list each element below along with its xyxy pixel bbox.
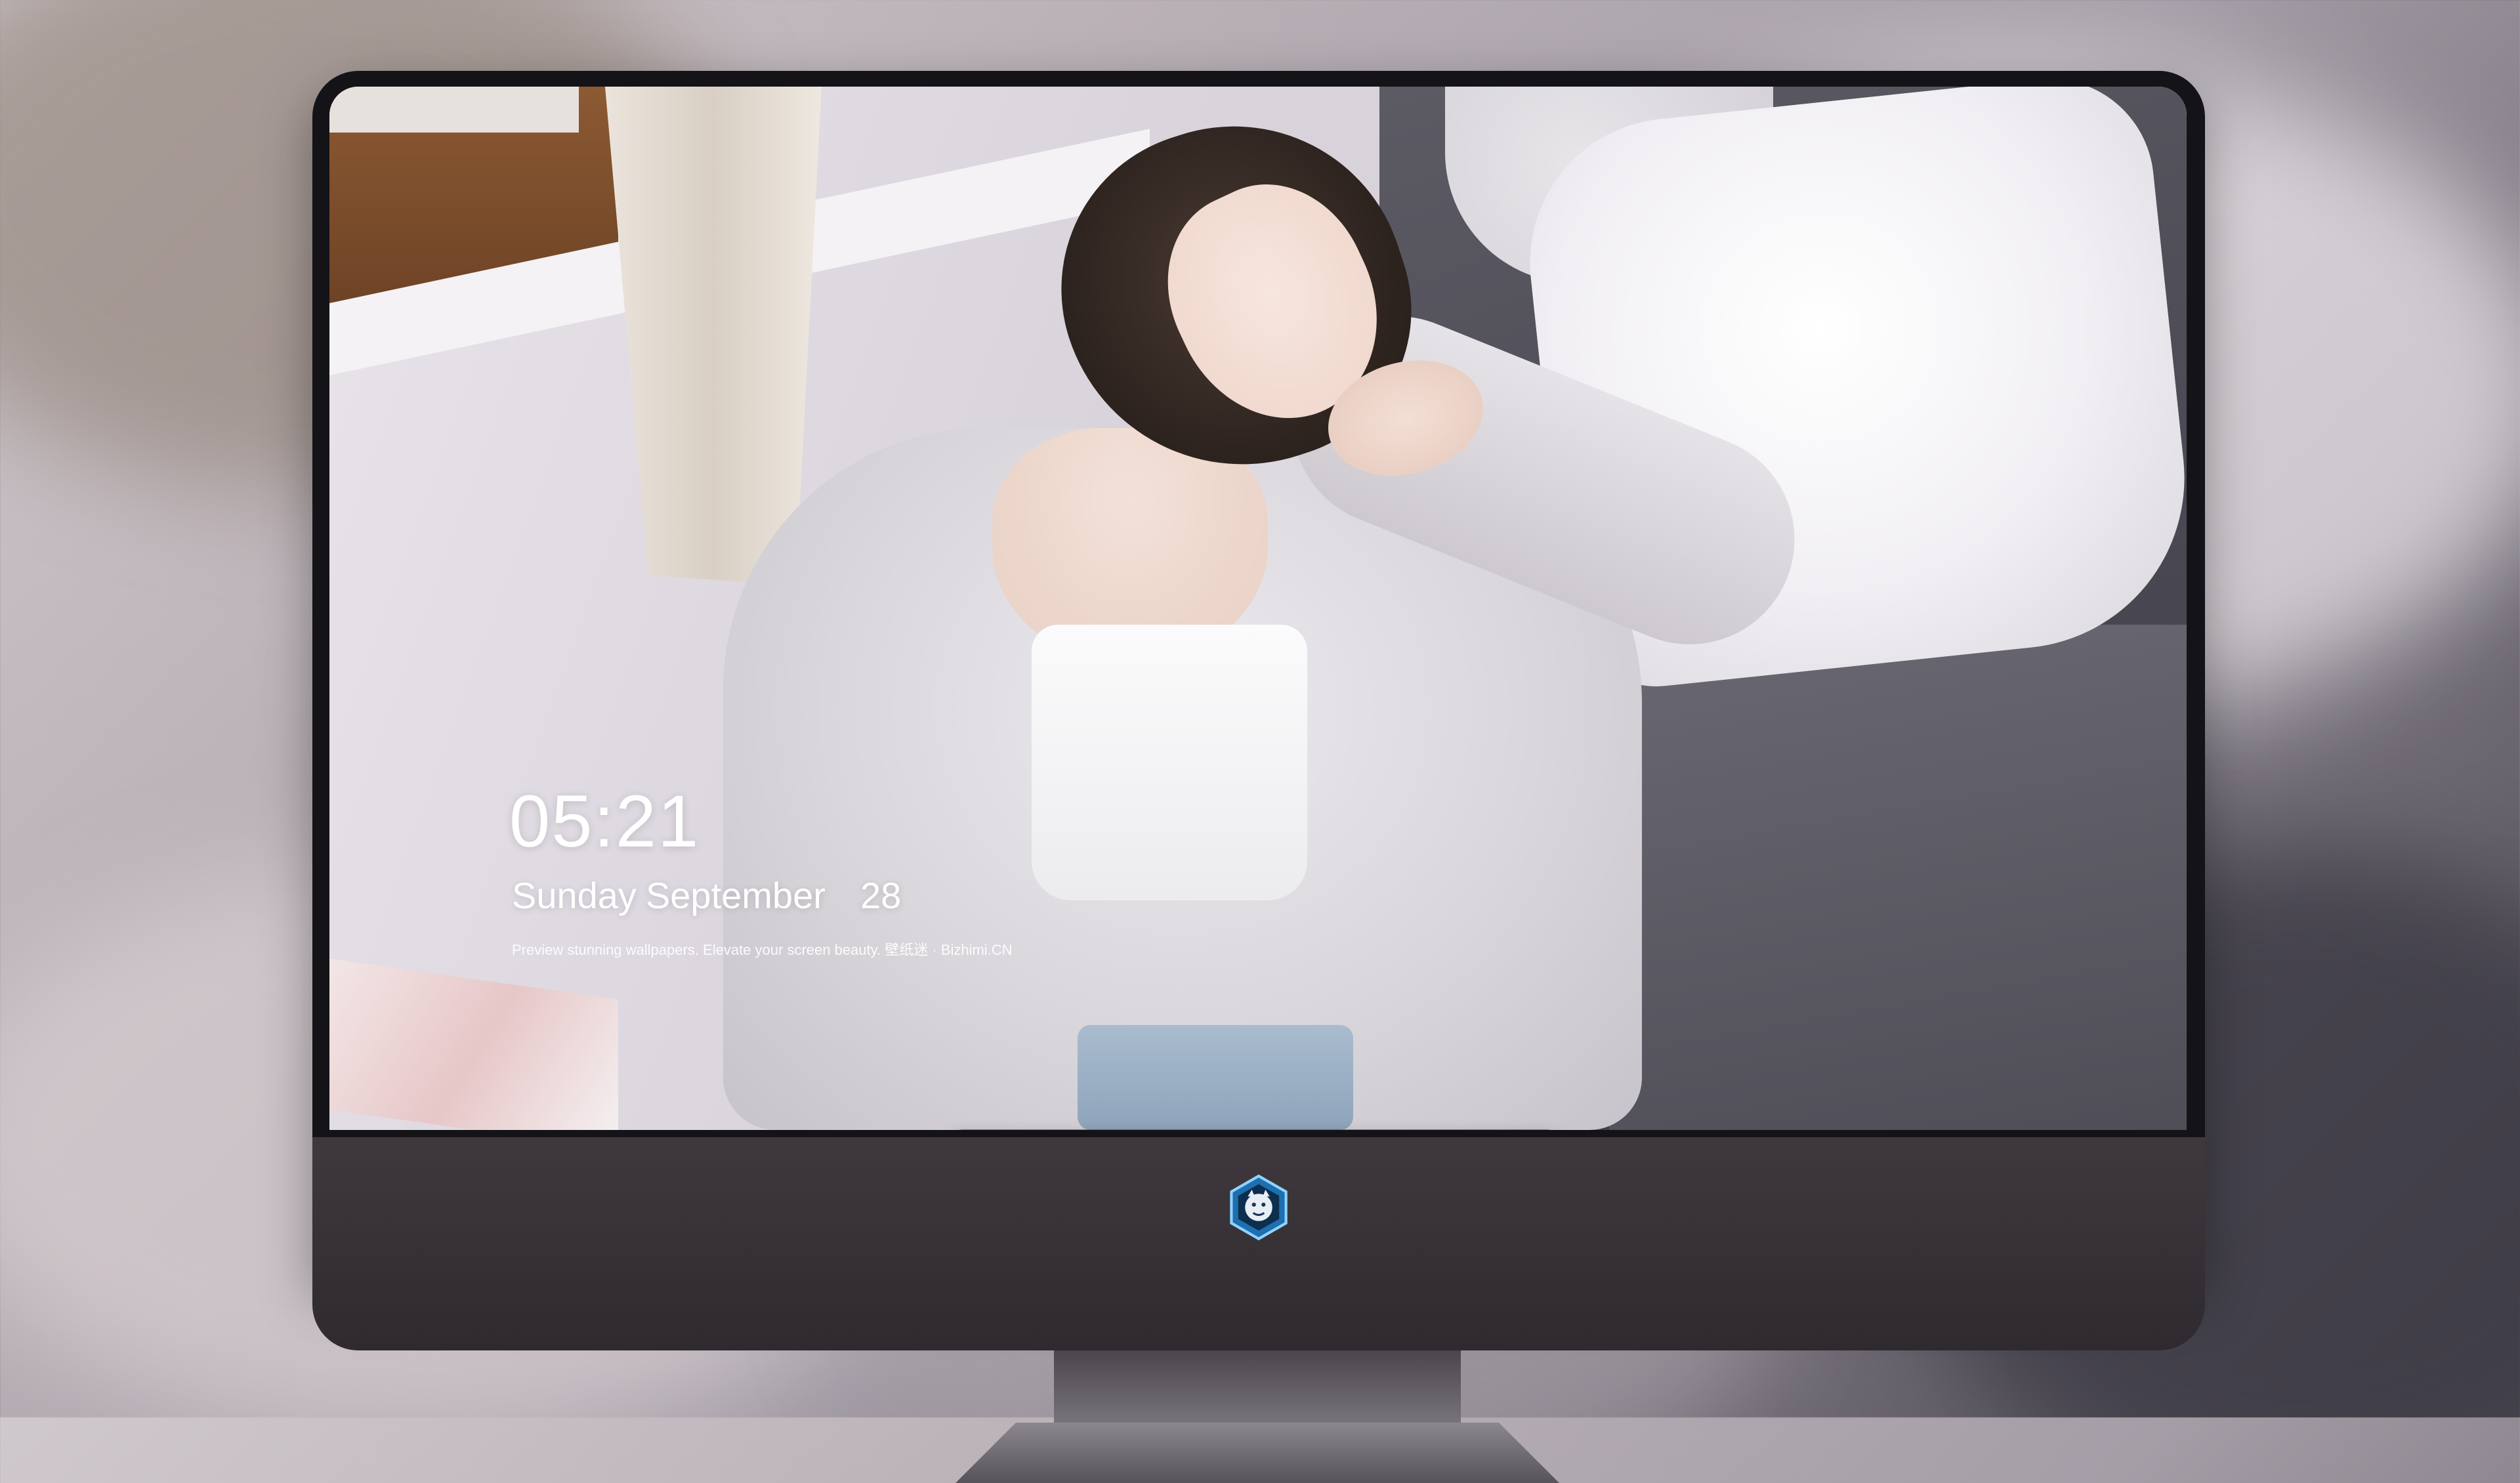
dragon-emblem-logo [1225, 1173, 1293, 1242]
lockscreen-time: 05:21 [509, 780, 700, 862]
monitor-stand-base [956, 1423, 1559, 1483]
lockscreen-date: Sunday September 28 [512, 874, 910, 917]
lockscreen-tagline: Preview stunning wallpapers. Elevate you… [512, 942, 1013, 958]
dock [945, 1129, 1564, 1130]
monitor-stand-neck [1054, 1350, 1461, 1423]
monitor-chin [312, 1137, 2205, 1350]
date-day: 28 [860, 875, 902, 916]
date-weekday: Sunday [512, 875, 637, 916]
monitor: 05:21 Sunday September 28 Preview stunnin… [312, 71, 2205, 1483]
screen-wallpaper: 05:21 Sunday September 28 Preview stunnin… [329, 87, 2187, 1130]
date-month: September [645, 875, 826, 916]
